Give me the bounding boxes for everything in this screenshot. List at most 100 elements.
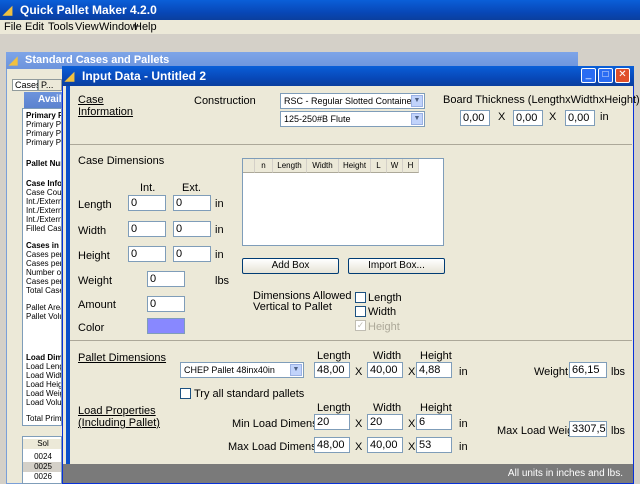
status-bar: All units in inches and lbs. xyxy=(63,464,633,483)
board-thickness-height[interactable]: 0,00 xyxy=(565,110,595,126)
height-int-field[interactable]: 0 xyxy=(128,246,166,262)
pallet-select[interactable]: CHEP Pallet 48inx40in ▼ xyxy=(180,362,304,378)
menu-file[interactable]: File xyxy=(4,20,22,34)
load-width-header: Width xyxy=(373,402,402,414)
detail-line: Primary Pa xyxy=(26,129,62,138)
detail-line: Pallet Area xyxy=(26,303,62,312)
detail-line: Cases in P xyxy=(26,241,61,250)
pallet-height-field[interactable]: 4,88 xyxy=(416,362,452,378)
check-icon: ✓ xyxy=(356,320,365,330)
width-checkbox[interactable] xyxy=(355,306,366,317)
detail-line: Pallet Volu xyxy=(26,312,62,321)
column-header-length[interactable]: Length xyxy=(273,159,307,173)
boxes-table[interactable]: n Length Width Height L W H xyxy=(242,158,444,246)
detail-line: Filled Case xyxy=(26,224,62,233)
menu-view[interactable]: View xyxy=(75,20,99,34)
unit-in: in xyxy=(459,441,468,453)
min-length-field[interactable]: 20 xyxy=(314,414,350,430)
unit-lbs: lbs xyxy=(215,275,230,287)
board-thickness-width[interactable]: 0,00 xyxy=(513,110,543,126)
width-ext-field[interactable]: 0 xyxy=(173,221,211,237)
max-load-weight-field[interactable]: 3307,5 xyxy=(569,421,607,437)
app-title-bar: ◢ Quick Pallet Maker 4.2.0 xyxy=(0,0,640,20)
solutions-grid[interactable]: Sol 0024 0025 0026 xyxy=(22,436,62,484)
length-ext-field[interactable]: 0 xyxy=(173,195,211,211)
max-height-field[interactable]: 53 xyxy=(416,437,452,453)
flute-select[interactable]: 125-250#B Flute ▼ xyxy=(280,111,425,127)
table-row[interactable]: 0026 xyxy=(23,472,61,482)
pallet-value: CHEP Pallet 48inx40in xyxy=(184,365,275,375)
construction-select[interactable]: RSC - Regular Slotted Container ▼ xyxy=(280,93,425,109)
app-title: Quick Pallet Maker 4.2.0 xyxy=(20,3,157,17)
menu-help[interactable]: Help xyxy=(134,20,157,34)
height-checkbox-label: Height xyxy=(368,321,400,333)
x-separator: X xyxy=(355,441,363,453)
x-separator: X xyxy=(408,418,416,430)
pallet-width-field[interactable]: 40,00 xyxy=(367,362,403,378)
detail-line: Load Widt xyxy=(26,371,62,380)
divider xyxy=(70,144,632,145)
standard-cases-title: Standard Cases and Pallets xyxy=(25,54,170,66)
column-header-width[interactable]: Width xyxy=(307,159,339,173)
color-swatch[interactable] xyxy=(147,318,185,334)
menu-window[interactable]: Window xyxy=(99,20,138,34)
pallet-length-header: Length xyxy=(317,350,351,362)
menu-edit[interactable]: Edit xyxy=(25,20,44,34)
table-row[interactable]: 0024 xyxy=(23,452,61,462)
column-header-l[interactable]: L xyxy=(371,159,387,173)
column-header-w[interactable]: W xyxy=(387,159,403,173)
max-length-field[interactable]: 48,00 xyxy=(314,437,350,453)
min-height-field[interactable]: 6 xyxy=(416,414,452,430)
pallet-weight-field[interactable]: 66,15 xyxy=(569,362,607,378)
height-ext-field[interactable]: 0 xyxy=(173,246,211,262)
x-separator: X xyxy=(408,441,416,453)
detail-line: Cases per xyxy=(26,250,62,259)
detail-line: Total Prima xyxy=(26,414,62,423)
pallet-length-field[interactable]: 48,00 xyxy=(314,362,350,378)
chevron-down-icon[interactable]: ▼ xyxy=(290,364,302,376)
column-header-h[interactable]: H xyxy=(403,159,419,173)
table-row[interactable]: 0025 xyxy=(23,462,61,472)
app-logo-icon: ◢ xyxy=(3,3,13,17)
width-int-field[interactable]: 0 xyxy=(128,221,166,237)
chevron-down-icon[interactable]: ▼ xyxy=(411,113,423,125)
maximize-button[interactable]: □ xyxy=(598,68,613,83)
height-checkbox[interactable]: ✓ xyxy=(355,320,366,331)
weight-field[interactable]: 0 xyxy=(147,271,185,287)
add-box-button[interactable]: Add Box xyxy=(242,258,339,274)
close-icon: ✕ xyxy=(618,69,627,80)
detail-line: Number of xyxy=(26,268,62,277)
input-data-title-bar[interactable]: ◢ Input Data - Untitled 2 xyxy=(62,66,634,86)
detail-line: Load Dim xyxy=(26,353,62,362)
board-thickness-length[interactable]: 0,00 xyxy=(460,110,490,126)
column-header-height[interactable]: Height xyxy=(339,159,371,173)
import-box-button[interactable]: Import Box... xyxy=(348,258,445,274)
unit-lbs: lbs xyxy=(611,366,626,378)
length-int-field[interactable]: 0 xyxy=(128,195,166,211)
case-info-label-2: Information xyxy=(78,106,134,118)
unit-in: in xyxy=(215,198,224,210)
try-all-pallets-checkbox[interactable] xyxy=(180,388,191,399)
window-logo-icon: ◢ xyxy=(65,69,75,83)
min-width-field[interactable]: 20 xyxy=(367,414,403,430)
load-height-header: Height xyxy=(420,402,452,414)
case-dimensions-label: Case Dimensions xyxy=(78,155,165,167)
x-separator: X xyxy=(549,111,557,123)
tab-pallets[interactable]: P... xyxy=(38,79,62,91)
minimize-button[interactable]: _ xyxy=(581,68,596,83)
amount-field[interactable]: 0 xyxy=(147,296,185,312)
max-width-field[interactable]: 40,00 xyxy=(367,437,403,453)
length-checkbox[interactable] xyxy=(355,292,366,303)
detail-line: Int./Extern xyxy=(26,206,62,215)
tab-cases[interactable]: Cases xyxy=(12,79,41,91)
construction-label: Construction xyxy=(194,95,256,107)
load-properties-label-2: (Including Pallet) xyxy=(78,417,160,429)
column-header-n[interactable]: n xyxy=(255,159,273,173)
x-separator: X xyxy=(355,366,363,378)
unit-in: in xyxy=(600,111,609,123)
close-button[interactable]: ✕ xyxy=(615,68,630,83)
menu-tools[interactable]: Tools xyxy=(48,20,74,34)
detail-line: Primary Pa xyxy=(26,120,62,129)
table-header-spacer xyxy=(243,159,255,173)
chevron-down-icon[interactable]: ▼ xyxy=(411,95,423,107)
